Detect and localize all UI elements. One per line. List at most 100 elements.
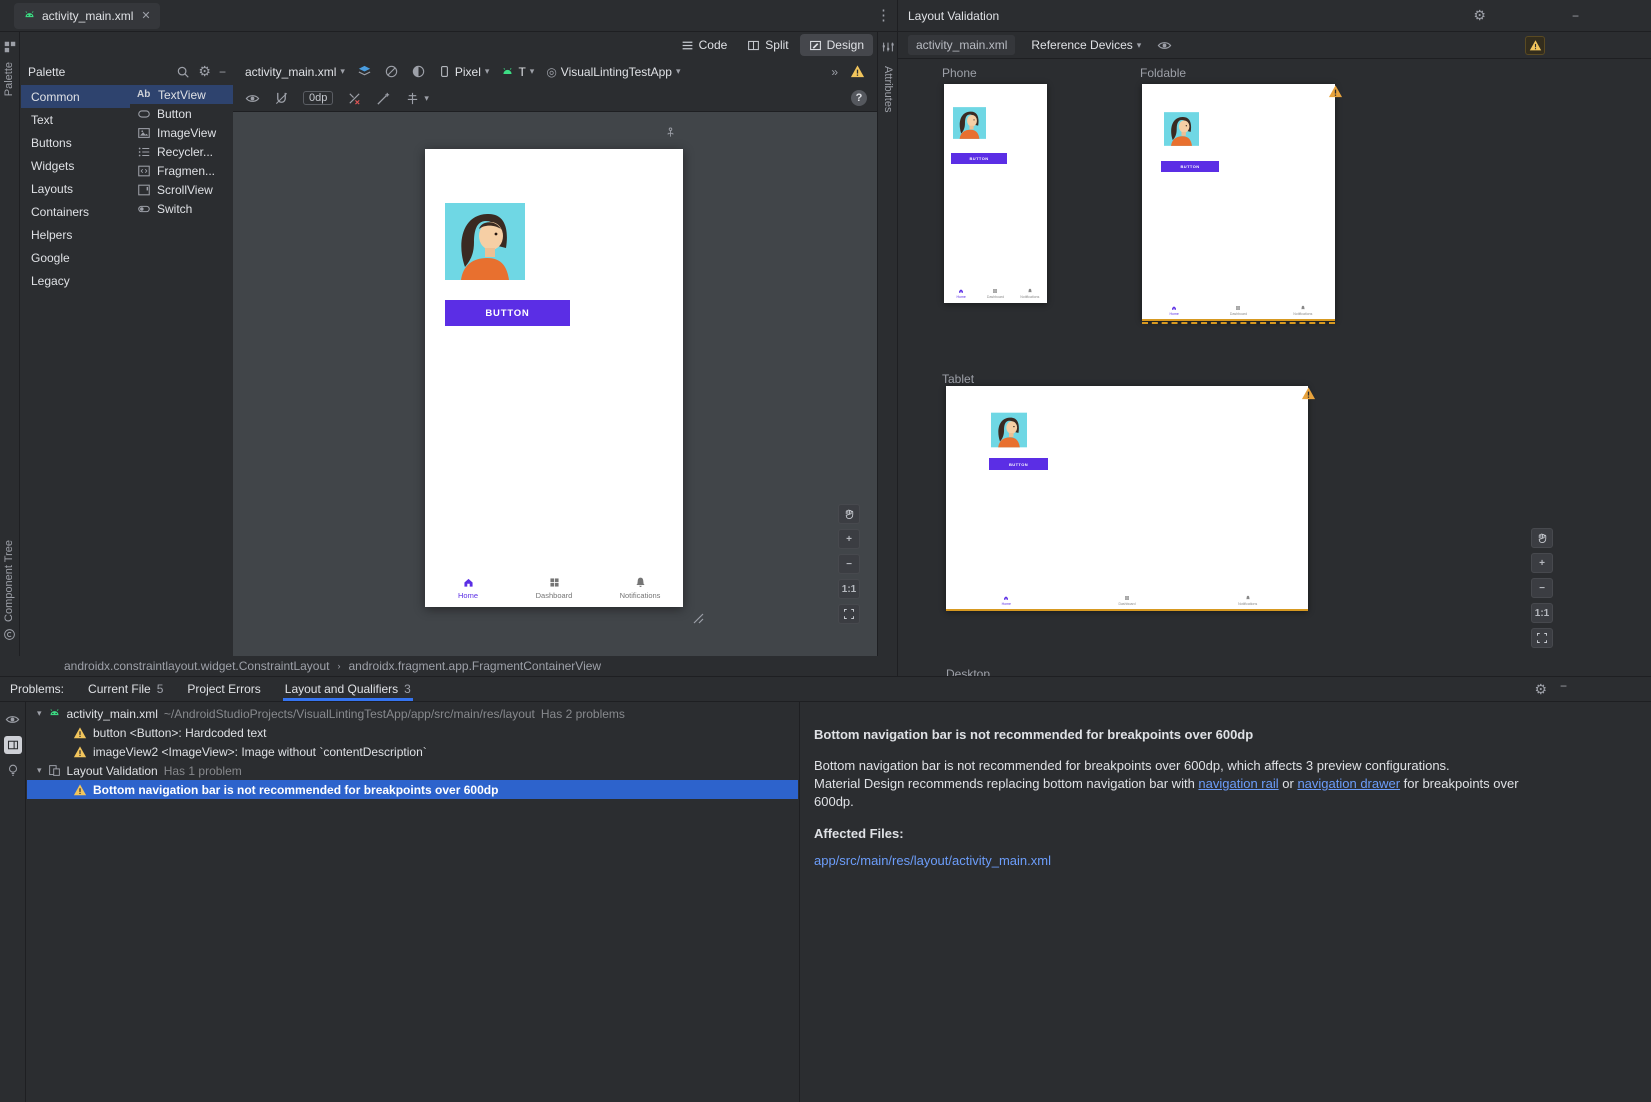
zoom-to-fit-button[interactable] — [838, 604, 860, 624]
palette-item-button[interactable]: Button — [130, 104, 233, 123]
palette-category-buttons[interactable]: Buttons — [21, 131, 130, 154]
preview-phone[interactable]: BUTTON Home Dashboard Notifications — [944, 84, 1047, 303]
mode-split-button[interactable]: Split — [738, 34, 797, 56]
default-margins-value[interactable]: 0dp — [303, 91, 333, 105]
align-menu-icon[interactable]: ▾ — [405, 91, 429, 106]
tree-row-issue-bottom-nav-selected[interactable]: Bottom navigation bar is not recommended… — [27, 780, 798, 799]
tab-current-file[interactable]: Current File 5 — [88, 677, 163, 701]
lv-warning-filter-icon[interactable] — [1525, 36, 1545, 55]
palette-item-fragmentcontainerview[interactable]: Fragmen... — [130, 161, 233, 180]
file-dropdown[interactable]: activity_main.xml▾ — [245, 65, 345, 79]
surface-layers-icon[interactable] — [357, 64, 372, 79]
show-details-toggle-icon[interactable] — [4, 736, 22, 754]
imageview-avatar[interactable] — [445, 203, 525, 280]
palette-item-textview[interactable]: Ab TextView — [130, 85, 233, 104]
lv-view-options-eye-icon[interactable] — [1157, 38, 1172, 53]
preview-eye-icon[interactable] — [5, 712, 20, 727]
zoom-100-button[interactable]: 1:1 — [1531, 603, 1553, 623]
mode-code-button[interactable]: Code — [672, 34, 737, 56]
help-icon[interactable]: ? — [851, 90, 867, 106]
minimize-icon[interactable]: − — [1560, 679, 1567, 693]
navigation-drawer-link[interactable]: navigation drawer — [1297, 776, 1400, 791]
quick-fix-bulb-icon[interactable] — [6, 763, 20, 777]
tree-row-issue-hardcoded-text[interactable]: button <Button>: Hardcoded text — [27, 723, 798, 742]
problems-tree: ▾ activity_main.xml ~/AndroidStudioProje… — [27, 704, 798, 1102]
palette-tool-icon[interactable] — [3, 40, 17, 54]
nav-item-notifications[interactable]: Notifications — [597, 571, 683, 605]
autoconnect-icon[interactable] — [274, 91, 289, 106]
palette-category-google[interactable]: Google — [21, 246, 130, 269]
palette-item-imageview[interactable]: ImageView — [130, 123, 233, 142]
view-options-eye-icon[interactable] — [245, 91, 260, 106]
nav-item-home[interactable]: Home — [425, 571, 511, 605]
palette-item-scrollview[interactable]: ScrollView — [130, 180, 233, 199]
tree-row-issue-content-description[interactable]: imageView2 <ImageView>: Image without `c… — [27, 742, 798, 761]
zoom-in-button[interactable]: + — [838, 529, 860, 549]
pan-hand-button[interactable] — [838, 504, 860, 524]
affected-file-link[interactable]: app/src/main/res/layout/activity_main.xm… — [814, 853, 1051, 868]
palette-strip-label[interactable]: Palette — [3, 62, 15, 96]
preview-foldable[interactable]: BUTTON Home Dashboard Notifications — [1142, 84, 1335, 321]
editor-tab-activity-main[interactable]: activity_main.xml ✕ — [14, 3, 160, 29]
lv-file-tab[interactable]: activity_main.xml — [908, 35, 1015, 55]
warning-icon — [73, 783, 87, 797]
mode-design-button[interactable]: Design — [800, 34, 873, 56]
tab-project-errors[interactable]: Project Errors — [187, 677, 260, 701]
design-preview-frame[interactable]: BUTTON Home Dashboard Notifications — [425, 149, 683, 607]
problems-panel: Problems: Current File 5 Project Errors … — [0, 676, 1651, 1102]
minimize-icon[interactable]: − — [1572, 9, 1579, 23]
gear-icon[interactable]: ⚙ — [1534, 681, 1547, 698]
api-level-dropdown[interactable]: T▾ — [501, 65, 534, 79]
chevron-down-icon[interactable]: ▾ — [37, 708, 42, 719]
toolbar-overflow-chevrons[interactable]: » — [831, 65, 838, 79]
reference-devices-dropdown[interactable]: Reference Devices▾ — [1031, 38, 1141, 52]
infer-constraints-wand-icon[interactable] — [376, 91, 391, 106]
kebab-menu-icon[interactable]: ⋮ — [876, 6, 891, 24]
component-tree-strip-label[interactable]: Component Tree — [3, 540, 15, 622]
palette-category-text[interactable]: Text — [21, 108, 130, 131]
search-icon[interactable] — [176, 65, 190, 79]
blueprint-off-icon[interactable] — [384, 64, 399, 79]
palette-item-switch[interactable]: Switch — [130, 199, 233, 218]
tree-row-layout-validation-group[interactable]: ▾ Layout Validation Has 1 problem — [27, 761, 798, 780]
close-icon[interactable]: ✕ — [141, 9, 150, 22]
attributes-strip-label[interactable]: Attributes — [882, 66, 894, 112]
navigation-rail-link[interactable]: navigation rail — [1198, 776, 1278, 791]
tree-row-file[interactable]: ▾ activity_main.xml ~/AndroidStudioProje… — [27, 704, 798, 723]
minimize-icon[interactable]: − — [219, 65, 226, 79]
palette-item-recyclerview[interactable]: Recycler... — [130, 142, 233, 161]
pan-hand-button[interactable] — [1531, 528, 1553, 548]
palette-category-layouts[interactable]: Layouts — [21, 177, 130, 200]
clear-constraints-icon[interactable] — [347, 91, 362, 106]
night-mode-icon[interactable] — [411, 64, 426, 79]
zoom-in-button[interactable]: + — [1531, 553, 1553, 573]
issue-panel-warning-icon[interactable] — [850, 64, 865, 79]
left-tool-strip: Palette Component Tree — [0, 32, 20, 656]
nav-item-dashboard[interactable]: Dashboard — [511, 571, 597, 605]
attributes-tool-icon[interactable] — [881, 40, 895, 54]
zoom-to-fit-button[interactable] — [1531, 628, 1553, 648]
switch-icon — [137, 202, 151, 216]
breadcrumb-fragmentcontainerview[interactable]: androidx.fragment.app.FragmentContainerV… — [349, 659, 602, 673]
device-dropdown[interactable]: Pixel▾ — [438, 65, 490, 79]
theme-dropdown[interactable]: ◎ VisualLintingTestApp▾ — [546, 65, 680, 79]
preview-tablet[interactable]: BUTTON Home Dashboard Notifications — [946, 386, 1308, 611]
tab-layout-and-qualifiers[interactable]: Layout and Qualifiers 3 — [285, 677, 411, 701]
zoom-100-button[interactable]: 1:1 — [838, 579, 860, 599]
palette-category-helpers[interactable]: Helpers — [21, 223, 130, 246]
bottom-navigation-bar[interactable]: Home Dashboard Notifications — [425, 571, 683, 605]
dashboard-icon — [548, 576, 561, 589]
breadcrumb-constraintlayout[interactable]: androidx.constraintlayout.widget.Constra… — [64, 659, 330, 673]
palette-category-widgets[interactable]: Widgets — [21, 154, 130, 177]
frame-resize-handle[interactable] — [690, 610, 704, 624]
button-widget[interactable]: BUTTON — [445, 300, 570, 326]
zoom-out-button[interactable]: − — [1531, 578, 1553, 598]
design-canvas[interactable]: BUTTON Home Dashboard Notifications — [233, 112, 877, 656]
palette-category-common[interactable]: Common — [21, 85, 130, 108]
palette-category-legacy[interactable]: Legacy — [21, 269, 130, 292]
zoom-out-button[interactable]: − — [838, 554, 860, 574]
gear-icon[interactable]: ⚙ — [198, 63, 211, 80]
palette-category-containers[interactable]: Containers — [21, 200, 130, 223]
chevron-down-icon[interactable]: ▾ — [37, 765, 42, 776]
gear-icon[interactable]: ⚙ — [1473, 7, 1486, 24]
